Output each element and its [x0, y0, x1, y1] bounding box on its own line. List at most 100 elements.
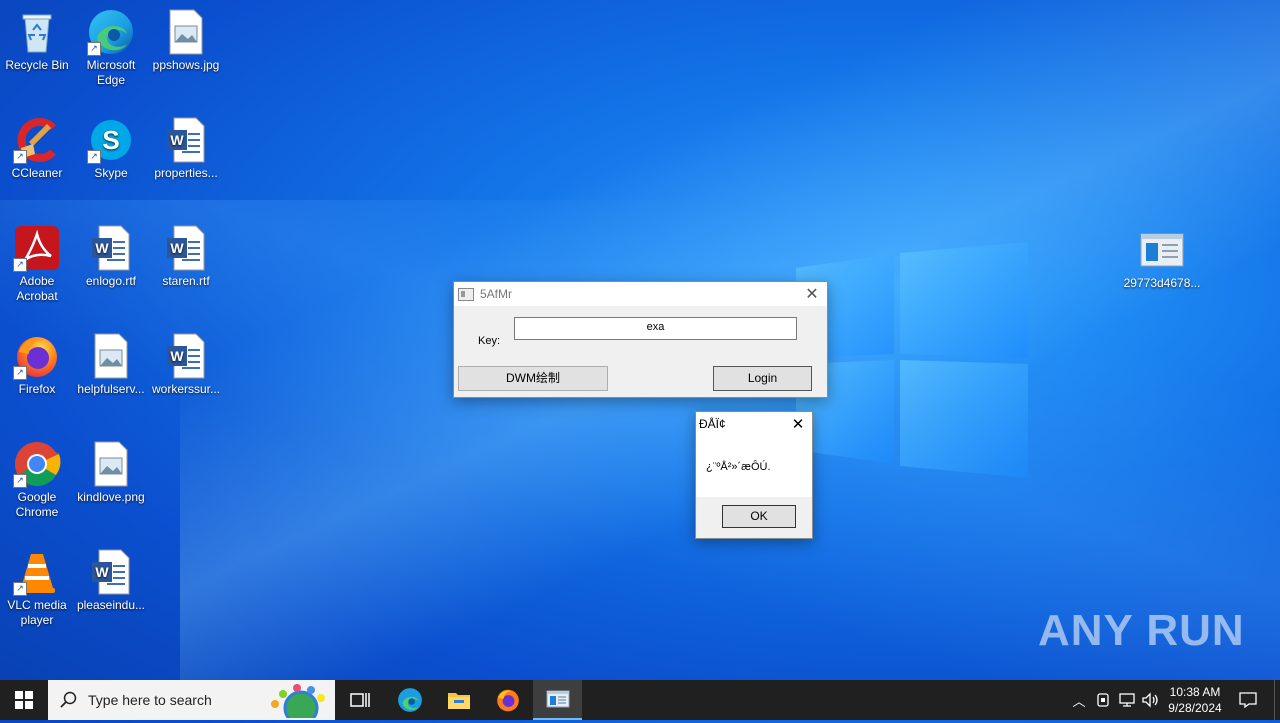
- volume-icon: [1142, 692, 1158, 708]
- desktop-icon-workerssur[interactable]: W workerssur...: [149, 328, 223, 397]
- desktop-icon-label: ppshows.jpg: [152, 58, 220, 72]
- dwm-button[interactable]: DWM绘制: [458, 366, 608, 391]
- word-doc-icon: W: [87, 224, 135, 272]
- image-file-icon: [87, 332, 135, 380]
- image-file-icon: [162, 8, 210, 56]
- anyrun-watermark: ANY RUN: [1038, 606, 1245, 656]
- task-view-button[interactable]: [336, 680, 384, 720]
- search-placeholder: Type here to search: [88, 692, 212, 708]
- shortcut-arrow-icon: ↗: [13, 150, 27, 164]
- tray-volume-button[interactable]: [1140, 680, 1162, 720]
- word-doc-icon: W: [162, 332, 210, 380]
- message-box-title: ÐÅÏ¢: [699, 417, 726, 431]
- desktop-icon-label: staren.rtf: [162, 274, 210, 288]
- desktop-icon-label: Microsoft Edge: [86, 58, 136, 87]
- skype-icon: S ↗: [87, 116, 135, 164]
- device-icon: [1097, 693, 1109, 707]
- desktop-icon-label: Recycle Bin: [5, 58, 69, 72]
- desktop-icon-firefox[interactable]: ↗ Firefox: [0, 328, 74, 397]
- shortcut-arrow-icon: ↗: [13, 258, 27, 272]
- taskbar-active-app-button[interactable]: [533, 680, 582, 720]
- show-hidden-icons-button[interactable]: ︿: [1068, 680, 1090, 720]
- shortcut-arrow-icon: ↗: [13, 366, 27, 380]
- windows-start-icon: [15, 691, 33, 709]
- vlc-icon: ↗: [13, 548, 61, 596]
- desktop-icon-google-chrome[interactable]: ↗ Google Chrome: [0, 436, 74, 520]
- show-desktop-button[interactable]: [1274, 680, 1280, 720]
- word-doc-icon: W: [162, 224, 210, 272]
- shortcut-arrow-icon: ↗: [13, 582, 27, 596]
- desktop-icon-ppshows[interactable]: ppshows.jpg: [149, 4, 223, 73]
- search-box[interactable]: Type here to search: [48, 680, 335, 723]
- desktop-icon-kindlove[interactable]: kindlove.png: [74, 436, 148, 505]
- acrobat-icon: ↗: [13, 224, 61, 272]
- search-icon: [60, 691, 77, 708]
- taskbar-firefox-button[interactable]: [484, 680, 532, 720]
- image-file-icon: [87, 440, 135, 488]
- start-button[interactable]: [0, 680, 48, 720]
- login-window-title: 5AfMr: [480, 287, 513, 301]
- desktop-icon-label: Adobe Acrobat: [16, 274, 58, 303]
- svg-text:S: S: [102, 125, 119, 155]
- desktop-icon-staren[interactable]: W staren.rtf: [149, 220, 223, 289]
- key-input[interactable]: exa: [514, 317, 797, 340]
- desktop-icon-recycle-bin[interactable]: Recycle Bin: [0, 4, 74, 73]
- message-text: ¿¨ºÅ²»´æÔÚ.: [706, 461, 771, 473]
- desktop-icon-adobe-acrobat[interactable]: ↗ Adobe Acrobat: [0, 220, 74, 304]
- svg-text:W: W: [170, 240, 184, 256]
- message-box-titlebar[interactable]: ÐÅÏ¢ ✕: [696, 412, 812, 436]
- desktop-icon-pleaseindu[interactable]: W pleaseindu...: [74, 544, 148, 613]
- desktop-icon-microsoft-edge[interactable]: ↗ Microsoft Edge: [74, 4, 148, 88]
- firefox-icon: ↗: [13, 332, 61, 380]
- desktop-icon-label: VLC media player: [7, 598, 67, 627]
- app-window-icon: [1138, 226, 1186, 274]
- svg-text:W: W: [95, 564, 109, 580]
- shortcut-arrow-icon: ↗: [87, 42, 101, 56]
- ok-button[interactable]: OK: [722, 505, 796, 528]
- app-window-icon: [458, 287, 474, 301]
- taskbar: Type here to search ︿ 10:38 AM 9/28/2024: [0, 680, 1280, 723]
- desktop-icon-29773d4678[interactable]: 29773d4678...: [1120, 222, 1204, 291]
- tray-network-button[interactable]: [1116, 680, 1138, 720]
- notifications-button[interactable]: [1230, 680, 1266, 720]
- desktop-icon-ccleaner[interactable]: ↗ CCleaner: [0, 112, 74, 181]
- clock-date: 9/28/2024: [1168, 701, 1222, 715]
- desktop-icon-label: Skype: [94, 166, 128, 180]
- desktop-icon-properties[interactable]: W properties...: [149, 112, 223, 181]
- task-view-icon: [350, 693, 370, 707]
- tray-device-button[interactable]: [1092, 680, 1114, 720]
- close-icon[interactable]: ✕: [784, 415, 812, 433]
- clock-time: 10:38 AM: [1169, 685, 1221, 699]
- key-input-value: exa: [646, 321, 665, 333]
- folder-icon: [448, 693, 470, 709]
- notification-icon: [1239, 692, 1257, 709]
- login-window-titlebar[interactable]: 5AfMr ✕: [454, 282, 827, 306]
- network-icon: [1119, 693, 1135, 707]
- login-button[interactable]: Login: [713, 366, 812, 391]
- word-doc-icon: W: [162, 116, 210, 164]
- chevron-up-icon: ︿: [1072, 693, 1086, 709]
- close-icon[interactable]: ✕: [797, 284, 827, 304]
- desktop-icon-label: kindlove.png: [77, 490, 145, 504]
- desktop-icon-label: pleaseindu...: [76, 598, 146, 612]
- desktop-icon-enlogo[interactable]: W enlogo.rtf: [74, 220, 148, 289]
- desktop-icon-label: enlogo.rtf: [85, 274, 137, 288]
- desktop-icon-label: workerssur...: [151, 382, 220, 396]
- desktop-icon-label: 29773d4678...: [1123, 276, 1201, 290]
- edge-icon: ↗: [87, 8, 135, 56]
- taskbar-file-explorer-button[interactable]: [435, 680, 483, 720]
- desktop-icon-vlc[interactable]: ↗ VLC media player: [0, 544, 74, 628]
- desktop-icon-label: Firefox: [18, 382, 56, 396]
- key-label: Key:: [478, 335, 501, 347]
- desktop-icon-label: CCleaner: [11, 166, 63, 180]
- word-doc-icon: W: [87, 548, 135, 596]
- taskbar-edge-button[interactable]: [386, 680, 434, 720]
- clock[interactable]: 10:38 AM 9/28/2024: [1164, 684, 1226, 716]
- svg-text:W: W: [170, 132, 184, 148]
- windows-wallpaper-logo: [796, 242, 1028, 478]
- desktop-icon-skype[interactable]: S ↗ Skype: [74, 112, 148, 181]
- desktop-icon-helpfulserv[interactable]: helpfulserv...: [74, 328, 148, 397]
- desktop-icon-label: properties...: [154, 166, 218, 180]
- watermark-text: ANY RUN: [1038, 606, 1245, 655]
- message-box: ÐÅÏ¢ ✕ ¿¨ºÅ²»´æÔÚ. OK: [695, 411, 813, 539]
